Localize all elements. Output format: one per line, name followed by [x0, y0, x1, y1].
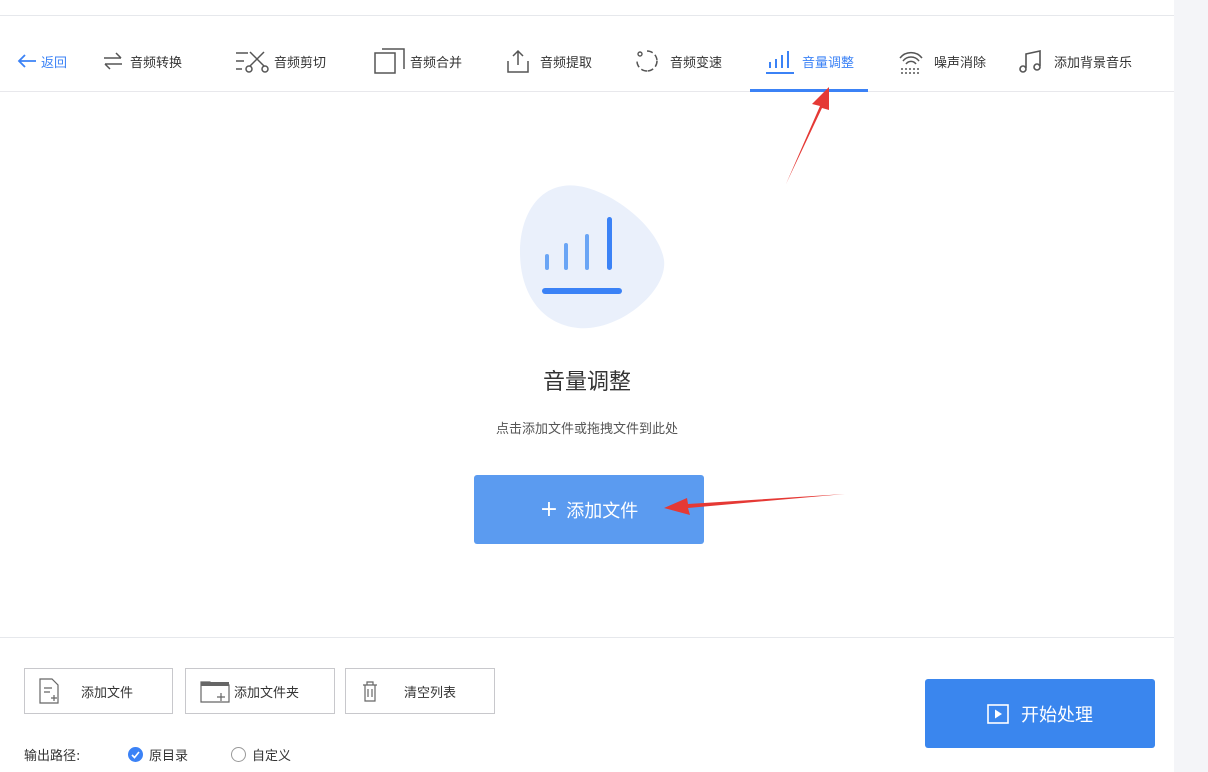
tab-noise-removal[interactable]: 噪声消除 — [896, 30, 986, 92]
tab-audio-cut[interactable]: 音频剪切 — [234, 30, 326, 92]
play-icon — [987, 703, 1009, 724]
tab-audio-speed[interactable]: 音频变速 — [634, 30, 722, 92]
tab-add-background-music[interactable]: 添加背景音乐 — [1018, 30, 1132, 92]
tab-label: 音频转换 — [130, 55, 183, 71]
tab-audio-extract[interactable]: 音频提取 — [506, 30, 592, 92]
start-processing-button[interactable]: 开始处理 — [925, 679, 1155, 748]
add-file-small-button[interactable]: 添加文件 — [24, 668, 173, 714]
noise-wave-icon — [899, 51, 923, 74]
trash-icon — [363, 681, 377, 702]
arrow-left-icon — [17, 54, 36, 68]
add-folder-label: 添加文件夹 — [234, 685, 300, 701]
output-path-label: 输出路径: — [24, 749, 81, 764]
add-folder-button[interactable]: 添加文件夹 — [185, 668, 335, 714]
function-toolbar: 返回 音频转换 音频剪切 音频合并 音频提取 音频变速 音量调整 噪声消除 添加… — [0, 30, 1174, 92]
drop-hint-text: 点击添加文件或拖拽文件到此处 — [495, 422, 678, 437]
back-button[interactable]: 返回 — [16, 30, 67, 92]
page-title: 音量调整 — [542, 370, 631, 395]
folder-add-icon — [200, 681, 230, 703]
tab-audio-convert[interactable]: 音频转换 — [102, 30, 182, 92]
swap-arrows-icon — [104, 52, 122, 70]
radio-original-dir[interactable]: 原目录 — [128, 745, 188, 764]
file-add-icon — [39, 678, 59, 704]
plus-icon: + — [539, 497, 559, 522]
music-note-icon — [1019, 50, 1041, 73]
back-label: 返回 — [41, 55, 68, 71]
clear-list-button[interactable]: 清空列表 — [345, 668, 495, 714]
top-divider — [0, 15, 1174, 16]
tab-volume-adjust[interactable]: 音量调整 — [749, 30, 869, 92]
radio-empty-icon — [231, 747, 246, 762]
bottom-divider — [0, 637, 1174, 638]
add-file-small-label: 添加文件 — [81, 685, 134, 701]
tab-label: 音量调整 — [802, 55, 855, 71]
tab-label: 噪声消除 — [934, 55, 987, 71]
radio-custom-dir[interactable]: 自定义 — [231, 745, 291, 764]
upload-tray-icon — [507, 49, 529, 73]
add-file-button[interactable]: + 添加文件 — [474, 475, 704, 544]
right-side-strip — [1174, 0, 1208, 772]
tab-label: 添加背景音乐 — [1054, 55, 1133, 71]
tab-label: 音频合并 — [410, 55, 463, 71]
tab-label: 音频变速 — [670, 55, 723, 71]
volume-bars-icon — [766, 51, 794, 74]
annotation-arrow-up — [786, 87, 829, 184]
add-file-button-label: 添加文件 — [566, 500, 639, 522]
speed-circle-icon — [636, 50, 658, 72]
merge-icon — [374, 48, 405, 74]
volume-bars-icon — [542, 217, 622, 294]
radio-original-label: 原目录 — [149, 749, 189, 764]
tab-label: 音频剪切 — [274, 55, 327, 71]
tab-label: 音频提取 — [540, 55, 593, 71]
check-circle-icon — [128, 747, 143, 762]
scissors-icon — [236, 51, 269, 73]
radio-custom-label: 自定义 — [252, 749, 292, 764]
clear-list-label: 清空列表 — [404, 685, 457, 701]
tab-audio-merge[interactable]: 音频合并 — [374, 30, 462, 92]
start-processing-label: 开始处理 — [1021, 704, 1093, 726]
